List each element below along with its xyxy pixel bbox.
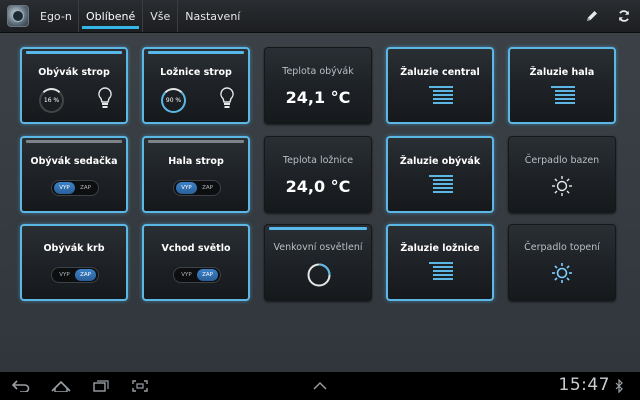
- tile-obyvak-sedacka[interactable]: Obývák sedačka VYP ZAP: [20, 136, 128, 213]
- status-clock: 15:47: [558, 375, 610, 395]
- tile-zaluzie-central[interactable]: Žaluzie central: [386, 47, 494, 124]
- switch-on-option[interactable]: ZAP: [75, 182, 96, 194]
- tile-label: Žaluzie obývák: [399, 156, 481, 167]
- switch-off-option[interactable]: VYP: [176, 269, 197, 281]
- tab-vse[interactable]: Vše: [142, 0, 177, 32]
- switch-on-option[interactable]: ZAP: [75, 269, 96, 281]
- tile-label: Čerpadlo topení: [524, 242, 600, 253]
- tile-teplota-obyvak[interactable]: Teplota obývák 24,1 °C: [264, 47, 372, 124]
- sun-icon: [552, 176, 572, 196]
- on-off-switch[interactable]: VYP ZAP: [51, 180, 99, 196]
- recent-apps-icon[interactable]: [91, 372, 111, 400]
- light-bulb-icon: [98, 87, 112, 108]
- tile-label: Teplota obývák: [282, 66, 354, 77]
- tile-label: Venkovní osvětlení: [273, 242, 363, 253]
- sun-icon: [552, 263, 572, 283]
- switch-on-option[interactable]: ZAP: [197, 269, 218, 281]
- back-icon[interactable]: [10, 372, 32, 400]
- system-navigation-bar: 15:47: [0, 372, 640, 400]
- screenshot-icon[interactable]: [130, 372, 150, 400]
- switch-off-option[interactable]: VYP: [54, 269, 75, 281]
- tile-obyvak-strop[interactable]: Obývák strop 16 %: [20, 47, 128, 124]
- on-off-switch[interactable]: VYP ZAP: [51, 267, 99, 283]
- tile-label: Žaluzie central: [400, 67, 480, 78]
- home-icon[interactable]: [50, 372, 72, 400]
- action-bar: Ego-n Oblíbené Vše Nastavení: [0, 0, 640, 33]
- tile-label: Čerpadlo bazen: [524, 155, 600, 166]
- favorites-grid: Obývák strop 16 % Ložnice strop 90 % Tep…: [0, 33, 640, 372]
- tile-teplota-loznice[interactable]: Teplota ložnice 24,0 °C: [264, 136, 372, 213]
- app-title: Ego-n: [40, 9, 72, 23]
- tile-label: Obývák strop: [38, 67, 110, 78]
- tile-zaluzie-loznice[interactable]: Žaluzie ložnice: [386, 224, 494, 301]
- blinds-icon: [429, 175, 453, 195]
- tile-label: Žaluzie ložnice: [400, 243, 480, 254]
- tile-zaluzie-obyvak[interactable]: Žaluzie obývák: [386, 136, 494, 213]
- tile-label: Obývák sedačka: [30, 156, 118, 167]
- tile-label: Žaluzie hala: [529, 67, 595, 78]
- tile-vchod-svetlo[interactable]: Vchod světlo VYP ZAP: [142, 224, 250, 301]
- tab-oblibene[interactable]: Oblíbené: [78, 0, 142, 32]
- blinds-icon: [551, 86, 575, 106]
- light-bulb-icon: [220, 87, 234, 108]
- tile-cerpadlo-bazen[interactable]: Čerpadlo bazen: [508, 136, 616, 213]
- dimmer-level-gauge: 16 %: [39, 88, 64, 113]
- temperature-value: 24,1 °C: [285, 88, 351, 107]
- switch-off-option[interactable]: VYP: [176, 182, 197, 194]
- pencil-icon[interactable]: [576, 0, 608, 32]
- tab-nastaveni[interactable]: Nastavení: [177, 0, 247, 32]
- tile-label: Obývák krb: [43, 243, 105, 254]
- tile-label: Teplota ložnice: [282, 155, 354, 166]
- dimmer-level-gauge: 90 %: [161, 88, 186, 113]
- tile-hala-strop[interactable]: Hala strop VYP ZAP: [142, 136, 250, 213]
- blinds-icon: [429, 262, 453, 282]
- tile-label: Vchod světlo: [161, 243, 231, 254]
- tile-label: Ložnice strop: [160, 67, 232, 78]
- tile-cerpadlo-topeni[interactable]: Čerpadlo topení: [508, 224, 616, 301]
- temperature-value: 24,0 °C: [285, 177, 351, 196]
- refresh-icon[interactable]: [608, 0, 640, 32]
- on-off-switch[interactable]: VYP ZAP: [173, 267, 221, 283]
- app-logo-icon[interactable]: [7, 5, 29, 27]
- switch-on-option[interactable]: ZAP: [197, 182, 218, 194]
- tile-label: Hala strop: [168, 156, 224, 167]
- tile-loznice-strop[interactable]: Ložnice strop 90 %: [142, 47, 250, 124]
- switch-off-option[interactable]: VYP: [54, 182, 75, 194]
- tile-venkovni-osvetleni[interactable]: Venkovní osvětlení: [264, 224, 372, 301]
- loading-spinner-icon: [307, 263, 331, 287]
- on-off-switch[interactable]: VYP ZAP: [173, 180, 221, 196]
- tile-obyvak-krb[interactable]: Obývák krb VYP ZAP: [20, 224, 128, 301]
- bluetooth-icon: [612, 372, 626, 400]
- chevron-up-icon[interactable]: [310, 372, 330, 400]
- tile-zaluzie-hala[interactable]: Žaluzie hala: [508, 47, 616, 124]
- blinds-icon: [429, 86, 453, 106]
